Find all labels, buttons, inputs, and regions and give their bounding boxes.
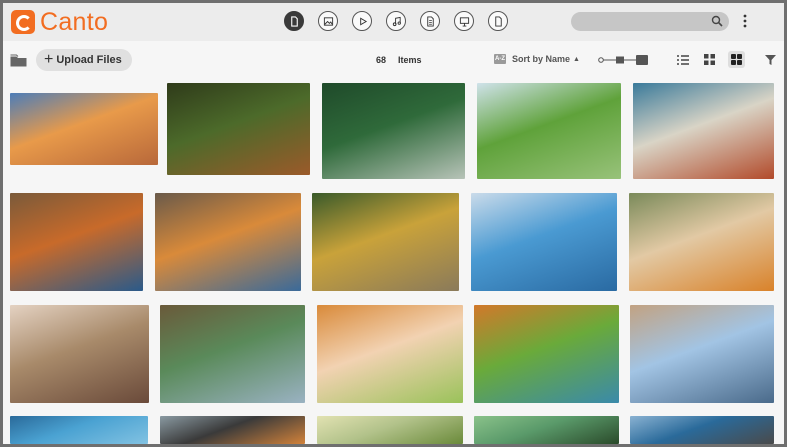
filter-presentations[interactable]	[454, 11, 474, 31]
toolbar: + Upload Files 68 Items A-Z Sort by Name …	[3, 41, 784, 79]
asset-thumbnail-tent-view[interactable]	[630, 416, 774, 444]
thumbnail-size-slider[interactable]	[598, 54, 648, 66]
more-options-icon[interactable]	[743, 13, 747, 29]
large-grid-view-icon	[731, 54, 742, 65]
filter-other[interactable]	[488, 11, 508, 31]
folder-icon[interactable]	[10, 54, 27, 67]
grid-view-button[interactable]	[701, 51, 718, 68]
asset-thumbnail-hiker-by-river[interactable]	[322, 83, 465, 179]
search-icon[interactable]	[711, 15, 723, 27]
asset-thumbnail-sea-view[interactable]	[10, 416, 148, 444]
item-count-value: 68	[376, 55, 387, 65]
image-icon	[323, 16, 333, 26]
asset-thumbnail-canyon-sunset[interactable]	[10, 93, 158, 165]
asset-thumbnail-hiker-in-meadow-blue[interactable]	[474, 305, 619, 403]
asset-thumbnail-hiker-in-field[interactable]	[317, 305, 463, 403]
asset-gallery	[3, 79, 784, 444]
item-count: 68 Items	[376, 55, 434, 65]
file-icon	[290, 15, 298, 27]
app-window: Canto + Upload Files 68 Items A-Z Sort b…	[3, 3, 784, 444]
asset-thumbnail-packing-backpack[interactable]	[10, 193, 143, 291]
filter-videos[interactable]	[352, 11, 372, 31]
other-file-icon	[494, 15, 502, 27]
asset-thumbnail-dog-in-forest[interactable]	[167, 83, 310, 175]
asset-thumbnail-sunny-forest[interactable]	[317, 416, 463, 444]
canto-logo[interactable]: Canto	[11, 9, 108, 35]
music-icon	[392, 16, 401, 26]
sort-label: Sort by Name	[512, 54, 571, 64]
view-mode-switcher	[674, 51, 745, 68]
file-type-filters	[284, 11, 508, 31]
sort-direction-icon: ▲	[573, 55, 580, 63]
top-bar: Canto	[3, 3, 784, 41]
upload-files-button[interactable]: + Upload Files	[36, 49, 132, 71]
slider-handle[interactable]	[616, 56, 624, 64]
presentation-icon	[459, 16, 469, 27]
canto-logo-mark-icon	[11, 10, 35, 34]
asset-thumbnail-summit-victory[interactable]	[630, 305, 774, 403]
list-view-icon	[676, 54, 689, 65]
asset-thumbnail-arms-raised-lake[interactable]	[471, 193, 617, 291]
search-input[interactable]	[571, 12, 729, 31]
asset-thumbnail-hiker-with-backpack[interactable]	[155, 193, 301, 291]
item-count-label: Items	[398, 55, 422, 65]
asset-thumbnail-autumn-trail[interactable]	[312, 193, 459, 291]
grid-view-icon	[704, 54, 715, 65]
asset-thumbnail-family-at-lake[interactable]	[160, 305, 305, 403]
asset-thumbnail-resting-hiker[interactable]	[10, 305, 149, 403]
brand-name: Canto	[40, 8, 109, 36]
asset-thumbnail-sitting-on-rock[interactable]	[629, 193, 774, 291]
filter-images[interactable]	[318, 11, 338, 31]
document-icon	[426, 15, 434, 27]
play-icon	[359, 16, 367, 26]
sort-az-icon: A-Z	[494, 54, 506, 64]
filter-all-files[interactable]	[284, 11, 304, 31]
filter-icon[interactable]	[765, 55, 776, 65]
list-view-button[interactable]	[674, 51, 691, 68]
large-grid-view-button[interactable]	[728, 51, 745, 68]
asset-thumbnail-hat-hikers[interactable]	[160, 416, 305, 444]
asset-thumbnail-hiker-in-meadow[interactable]	[477, 83, 621, 179]
plus-icon: +	[44, 51, 54, 68]
filter-documents[interactable]	[420, 11, 440, 31]
upload-files-label: Upload Files	[56, 54, 122, 66]
filter-audio[interactable]	[386, 11, 406, 31]
asset-thumbnail-backpacker-on-train[interactable]	[633, 83, 774, 179]
sort-control[interactable]: A-Z Sort by Name ▲	[494, 54, 580, 64]
asset-thumbnail-helmet-climber[interactable]	[474, 416, 619, 444]
